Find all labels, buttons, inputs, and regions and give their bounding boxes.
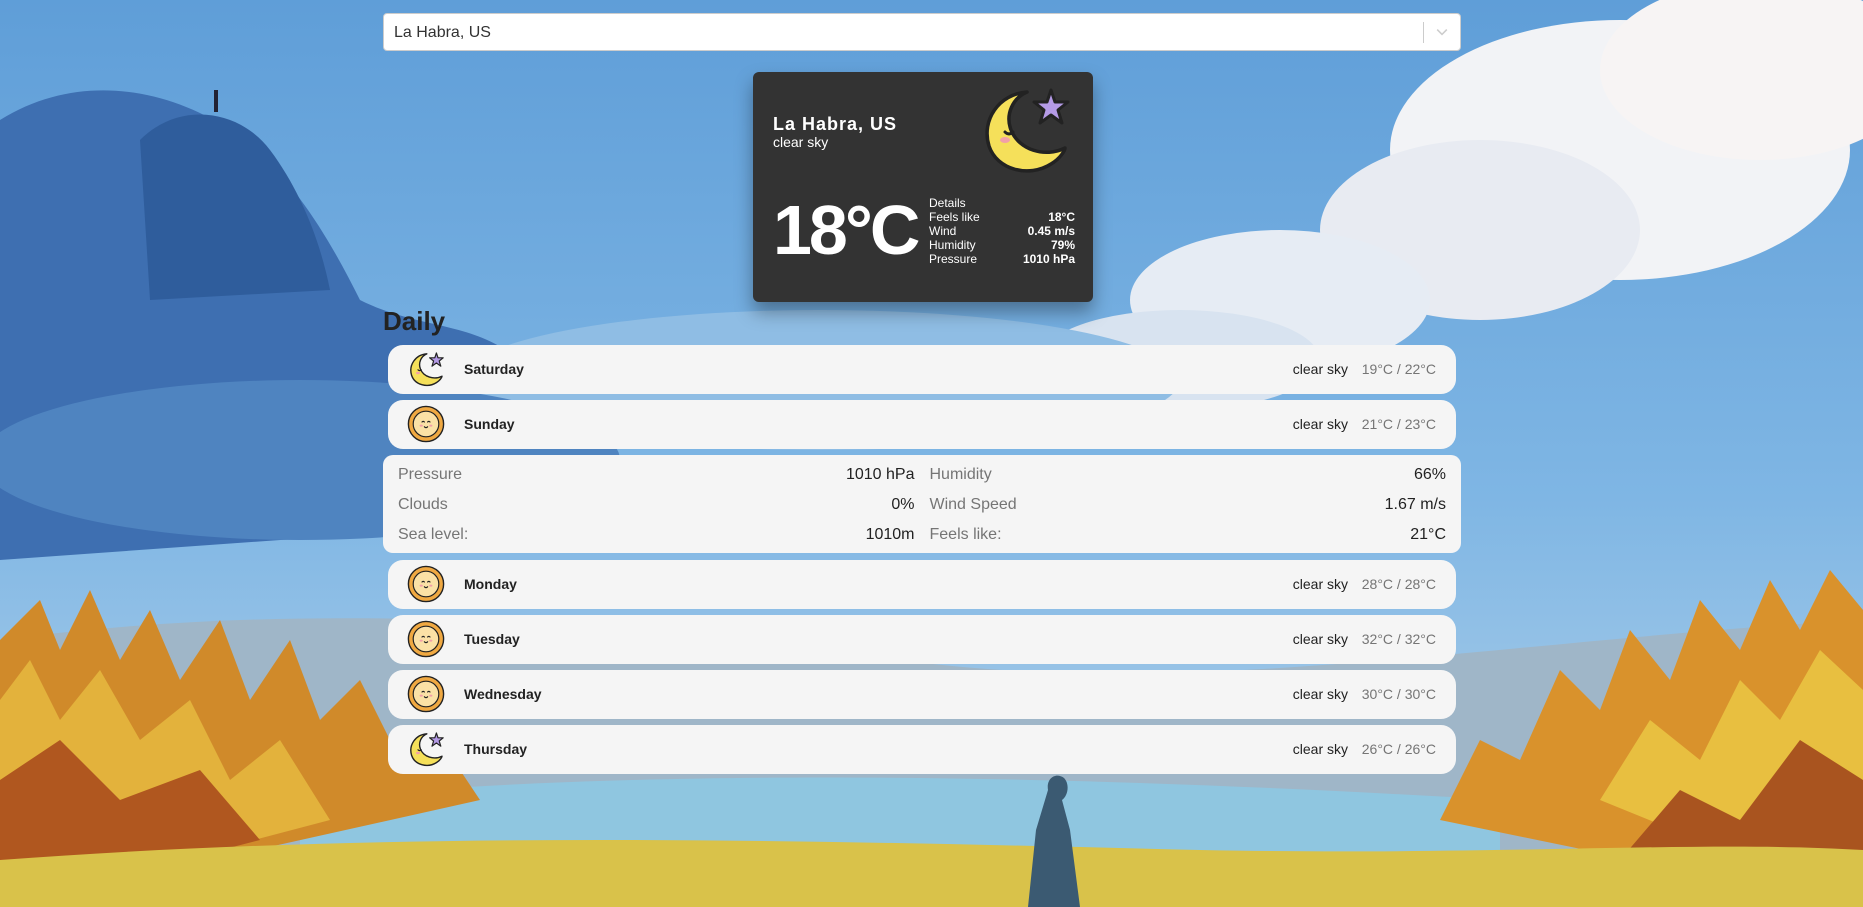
detail-pressure: Pressure 1010 hPa	[929, 252, 1075, 266]
detail-label: Feels like	[929, 210, 980, 224]
day-temps: 28°C / 28°C	[1361, 576, 1436, 592]
day-description: clear sky	[1292, 741, 1348, 757]
detail-value: 18°C	[1048, 210, 1075, 224]
day-row-monday[interactable]: Monday clear sky 28°C / 28°C	[388, 560, 1456, 609]
sun-icon	[406, 674, 446, 714]
sun-icon	[406, 404, 446, 444]
detail-pressure: Pressure 1010 hPa	[398, 464, 915, 485]
day-temps: 21°C / 23°C	[1361, 416, 1436, 432]
day-temps: 19°C / 22°C	[1361, 361, 1436, 377]
details-title: Details	[929, 196, 966, 210]
day-temps: 26°C / 26°C	[1361, 741, 1436, 757]
detail-label: Sea level:	[398, 526, 469, 543]
detail-value: 0%	[891, 496, 915, 513]
detail-value: 66%	[1413, 466, 1446, 483]
current-details: Details Feels like 18°C Wind 0.45 m/s Hu…	[929, 196, 1075, 266]
detail-value: 1010 hPa	[845, 466, 915, 483]
day-name: Saturday	[464, 361, 524, 377]
day-row-thursday[interactable]: Thursday clear sky 26°C / 26°C	[388, 725, 1456, 774]
details-title-row: Details	[929, 196, 1075, 210]
sun-icon	[406, 619, 446, 659]
moon-star-icon	[975, 80, 1075, 180]
day-temps: 30°C / 30°C	[1361, 686, 1436, 702]
detail-value: 79%	[1050, 238, 1075, 252]
sun-icon	[406, 564, 446, 604]
day-description: clear sky	[1292, 416, 1348, 432]
detail-clouds: Clouds 0%	[398, 494, 915, 515]
day-description: clear sky	[1292, 576, 1348, 592]
detail-wind: Wind 0.45 m/s	[929, 224, 1075, 238]
day-temps: 32°C / 32°C	[1361, 631, 1436, 647]
day-name: Wednesday	[464, 686, 542, 702]
detail-label: Wind Speed	[929, 496, 1017, 513]
city-search-select[interactable]: La Habra, US	[383, 13, 1461, 51]
detail-value: 1010m	[865, 526, 915, 543]
detail-value: 21°C	[1410, 526, 1446, 543]
current-weather-card: La Habra, US clear sky 18°C Details Feel…	[753, 72, 1093, 302]
current-temperature: 18°C	[773, 191, 920, 269]
detail-sea-level: Sea level: 1010m	[398, 524, 915, 545]
day-row-wednesday[interactable]: Wednesday clear sky 30°C / 30°C	[388, 670, 1456, 719]
detail-value: 1010 hPa	[1022, 252, 1075, 266]
day-row-tuesday[interactable]: Tuesday clear sky 32°C / 32°C	[388, 615, 1456, 664]
chevron-down-icon[interactable]	[1424, 14, 1460, 50]
detail-humidity: Humidity 79%	[929, 238, 1075, 252]
detail-wind-speed: Wind Speed 1.67 m/s	[930, 494, 1447, 515]
current-description: clear sky	[773, 134, 829, 150]
day-description: clear sky	[1292, 631, 1348, 647]
detail-label: Pressure	[398, 466, 463, 483]
detail-label: Feels like:	[929, 526, 1002, 543]
detail-label: Pressure	[929, 252, 978, 266]
detail-label: Clouds	[398, 496, 448, 513]
detail-label: Humidity	[929, 238, 976, 252]
day-details-panel: Pressure 1010 hPa Humidity 66% Clouds 0%…	[383, 455, 1461, 553]
day-name: Thursday	[464, 741, 528, 757]
current-city: La Habra, US	[773, 114, 898, 134]
moon-star-icon	[406, 349, 446, 389]
search-input-value[interactable]: La Habra, US	[394, 14, 491, 52]
day-name: Tuesday	[464, 631, 520, 647]
detail-value: 0.45 m/s	[1027, 224, 1075, 238]
detail-label: Wind	[929, 224, 957, 238]
day-name: Sunday	[464, 416, 515, 432]
day-description: clear sky	[1292, 361, 1348, 377]
detail-feels-like: Feels like: 21°C	[930, 524, 1447, 545]
detail-humidity: Humidity 66%	[930, 464, 1447, 485]
day-description: clear sky	[1292, 686, 1348, 702]
detail-feels-like: Feels like 18°C	[929, 210, 1075, 224]
moon-star-icon	[406, 729, 446, 769]
day-name: Monday	[464, 576, 517, 592]
detail-value: 1.67 m/s	[1384, 496, 1446, 513]
detail-label: Humidity	[929, 466, 992, 483]
day-row-saturday[interactable]: Saturday clear sky 19°C / 22°C	[388, 345, 1456, 394]
day-row-sunday[interactable]: Sunday clear sky 21°C / 23°C	[388, 400, 1456, 449]
daily-title: Daily	[383, 306, 446, 336]
